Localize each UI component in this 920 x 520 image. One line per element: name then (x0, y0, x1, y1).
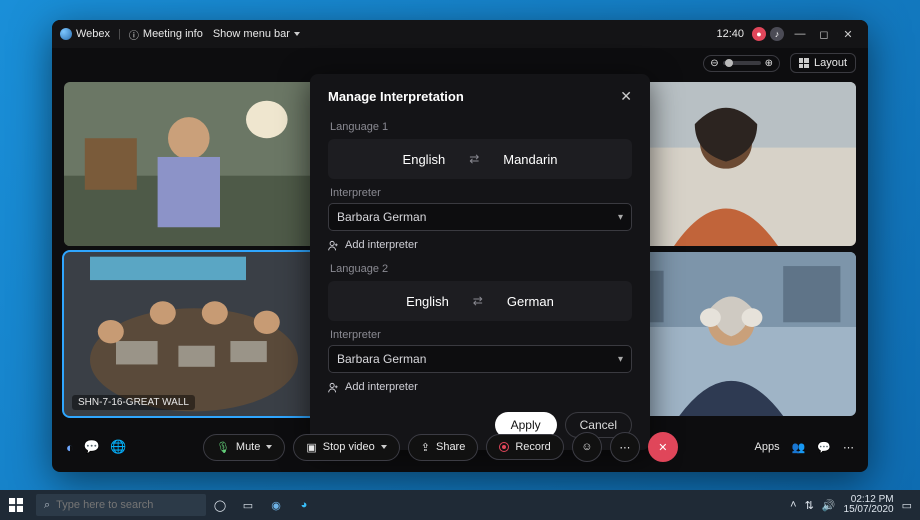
globe-icon[interactable]: 🌐 (110, 439, 126, 455)
close-window-button[interactable]: ✕ (836, 24, 860, 44)
meeting-info-label: Meeting info (143, 28, 203, 40)
lang1-source: English (403, 152, 446, 167)
brand: Webex (60, 28, 110, 40)
swap-icon[interactable]: ⇄ (473, 294, 483, 308)
modal-title: Manage Interpretation (328, 89, 464, 104)
cortana-icon[interactable]: ◯ (206, 490, 234, 520)
webex-taskbar-icon[interactable]: ◉ (262, 490, 290, 520)
add-interpreter-1-button[interactable]: Add interpreter (328, 239, 632, 251)
network-icon[interactable]: ⇅ (805, 499, 814, 512)
chat-bubble-icon[interactable]: 💬 (84, 439, 100, 455)
recording-indicator-icon[interactable]: ● (752, 27, 766, 41)
audio-indicator-icon[interactable]: ♪ (770, 27, 784, 41)
record-button[interactable]: Record (486, 434, 563, 460)
chevron-down-icon: ▾ (618, 354, 623, 365)
chevron-down-icon (294, 32, 300, 36)
more-options-button[interactable]: ⋯ (610, 432, 640, 462)
system-tray: ˄ ⇅ 🔊 02:12 PM 15/07/2020 ▭ (782, 495, 920, 516)
zoom-control[interactable]: ⊖ ⊕ (703, 55, 780, 72)
windows-taskbar: ⌕ ◯ ▭ ◉ ◕ ˄ ⇅ 🔊 02:12 PM 15/07/2020 ▭ (0, 490, 920, 520)
notifications-icon[interactable]: ▭ (902, 499, 912, 512)
assistant-icon[interactable]: ◐ (66, 440, 74, 455)
chevron-down-icon[interactable] (381, 445, 387, 449)
webex-window: Webex | ⓘ Meeting info Show menu bar 12:… (52, 20, 868, 472)
clock: 12:40 (716, 28, 744, 40)
interpreter-2-label: Interpreter (330, 329, 632, 341)
language-1-label: Language 1 (330, 121, 632, 133)
stop-video-button[interactable]: ▣ Stop video (293, 434, 399, 461)
chat-icon[interactable]: 💬 (817, 441, 831, 454)
grid-icon (799, 58, 809, 68)
add-interpreter-2-button[interactable]: Add interpreter (328, 381, 632, 393)
language-2-label: Language 2 (330, 263, 632, 275)
close-icon: ✕ (658, 441, 667, 454)
tile-label: SHN-7-16-GREAT WALL (72, 395, 195, 410)
video-tile[interactable] (64, 82, 324, 246)
share-icon: ⇪ (421, 441, 430, 454)
person-add-icon (328, 382, 339, 393)
mute-label: Mute (236, 441, 260, 453)
person-add-icon (328, 240, 339, 251)
taskbar-date: 15/07/2020 (844, 505, 894, 516)
share-label: Share (436, 441, 465, 453)
lang2-target: German (507, 294, 554, 309)
mute-button[interactable]: 🎙 Mute (203, 434, 285, 461)
edge-taskbar-icon[interactable]: ◕ (290, 490, 318, 520)
reactions-button[interactable]: ☺ (572, 432, 602, 462)
show-menu-label: Show menu bar (213, 28, 290, 40)
language-pair-2: English ⇄ German (328, 281, 632, 321)
record-icon (499, 442, 509, 452)
layout-label: Layout (814, 57, 847, 69)
zoom-slider[interactable] (723, 61, 761, 65)
taskbar-search[interactable]: ⌕ (36, 494, 206, 516)
swap-icon[interactable]: ⇄ (469, 152, 479, 166)
lang1-target: Mandarin (503, 152, 557, 167)
camera-icon: ▣ (306, 441, 316, 454)
tray-chevron-icon[interactable]: ˄ (790, 499, 796, 511)
interpreter-1-select[interactable]: Barbara German ▾ (328, 203, 632, 231)
close-icon[interactable]: ✕ (620, 88, 632, 105)
interpreter-1-label: Interpreter (330, 187, 632, 199)
panel-options-icon[interactable]: ⋯ (843, 441, 854, 454)
participants-icon[interactable]: 👥 (792, 441, 806, 454)
zoom-out-icon[interactable]: ⊖ (710, 58, 718, 69)
mic-icon: 🎙 (216, 441, 230, 454)
webex-logo-icon (60, 28, 72, 40)
add-interpreter-label: Add interpreter (345, 239, 418, 251)
language-pair-1: English ⇄ Mandarin (328, 139, 632, 179)
taskbar-clock[interactable]: 02:12 PM 15/07/2020 (844, 495, 894, 516)
ellipsis-icon: ⋯ (619, 441, 630, 454)
record-label: Record (515, 441, 550, 453)
share-button[interactable]: ⇪ Share (408, 434, 479, 461)
chevron-down-icon: ▾ (618, 212, 623, 223)
start-button[interactable] (0, 490, 32, 520)
task-view-icon[interactable]: ▭ (234, 490, 262, 520)
video-tile-active[interactable]: SHN-7-16-GREAT WALL (64, 252, 324, 416)
meeting-controls: ◐ 💬 🌐 🎙 Mute ▣ Stop video ⇪ Share Record (52, 422, 868, 472)
search-input[interactable] (56, 499, 198, 511)
minimize-button[interactable]: ― (788, 24, 812, 44)
interpreter-2-value: Barbara German (337, 352, 426, 366)
smile-icon: ☺ (581, 441, 592, 453)
windows-logo-icon (9, 498, 23, 512)
interpreter-1-value: Barbara German (337, 210, 426, 224)
separator: | (118, 28, 121, 40)
volume-icon[interactable]: 🔊 (822, 499, 836, 512)
zoom-in-icon[interactable]: ⊕ (765, 58, 773, 69)
interpreter-2-select[interactable]: Barbara German ▾ (328, 345, 632, 373)
meeting-info-link[interactable]: ⓘ Meeting info (129, 27, 203, 42)
end-call-button[interactable]: ✕ (648, 432, 678, 462)
layout-button[interactable]: Layout (790, 53, 856, 73)
show-menu-bar-button[interactable]: Show menu bar (213, 28, 300, 40)
manage-interpretation-modal: Manage Interpretation ✕ Language 1 Engli… (310, 74, 650, 450)
stop-video-label: Stop video (323, 441, 375, 453)
add-interpreter-label: Add interpreter (345, 381, 418, 393)
chevron-down-icon[interactable] (266, 445, 272, 449)
maximize-button[interactable]: ◻ (812, 24, 836, 44)
search-icon: ⌕ (44, 499, 50, 512)
brand-label: Webex (76, 28, 110, 40)
apps-button[interactable]: Apps (755, 441, 780, 453)
lang2-source: English (406, 294, 449, 309)
titlebar: Webex | ⓘ Meeting info Show menu bar 12:… (52, 20, 868, 48)
